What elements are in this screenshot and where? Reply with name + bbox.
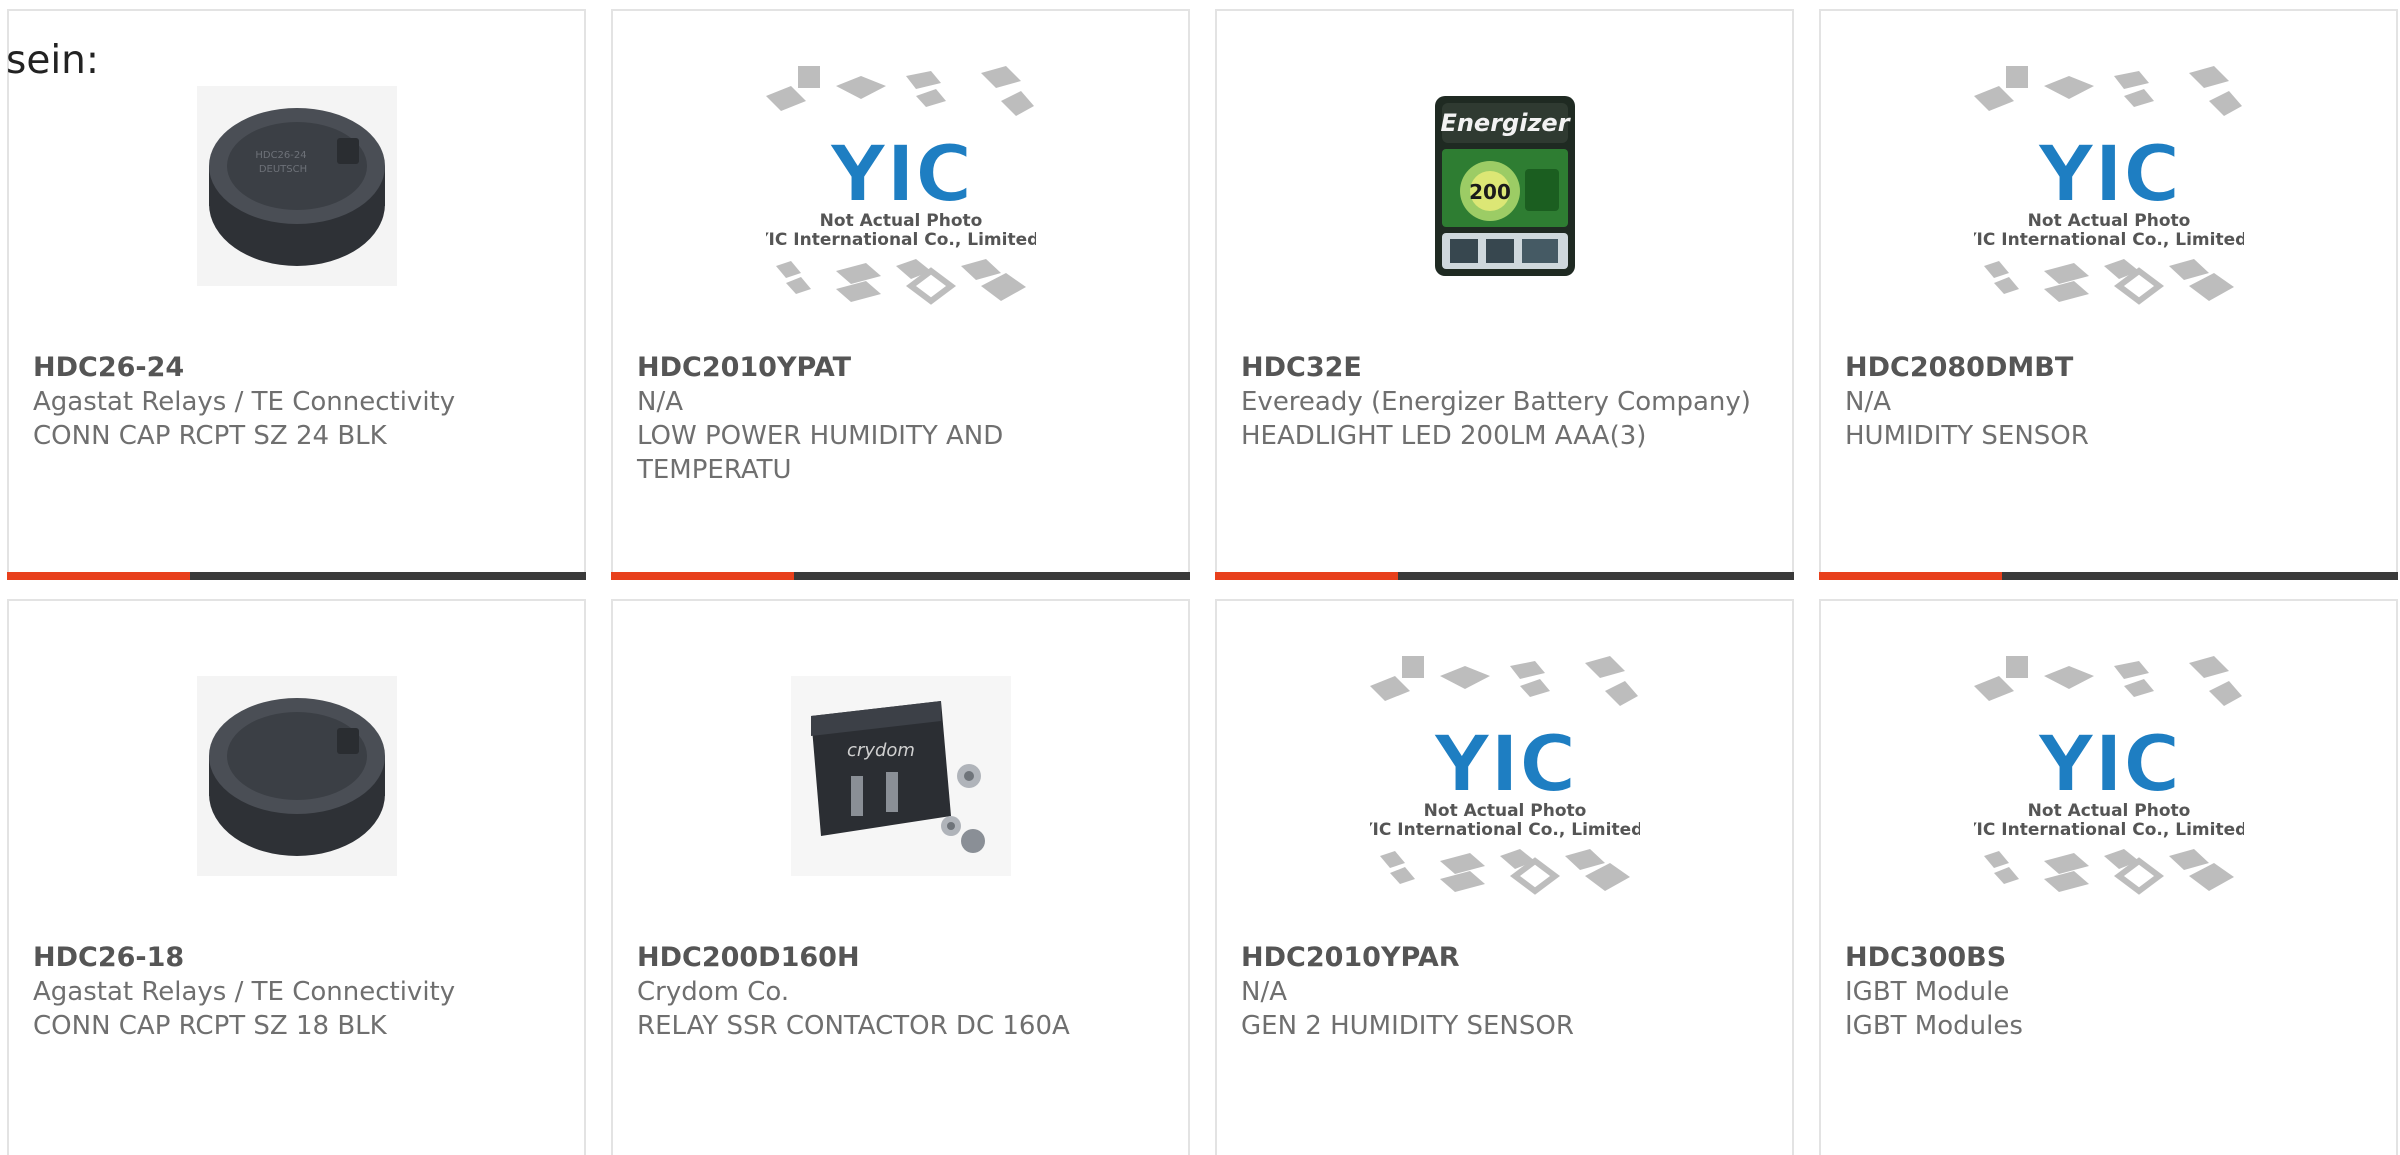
description: RELAY SSR CONTACTOR DC 160A (637, 1011, 1070, 1041)
product-image[interactable]: crydom (613, 666, 1188, 886)
product-image[interactable]: YIC Not Actual Photo YIC International C… (1821, 656, 2396, 895)
card-accent-bar (7, 572, 190, 580)
product-info: HDC26-24 Agastat Relays / TE Connectivit… (33, 351, 560, 453)
placeholder-line1: Not Actual Photo (819, 211, 982, 231)
placeholder-line2: YIC International Co., Limited. (1370, 820, 1640, 840)
card-bottom-bar (611, 572, 1190, 580)
product-image[interactable]: YIC Not Actual Photo YIC International C… (613, 66, 1188, 305)
description: IGBT Modules (1845, 1011, 2023, 1041)
package-number: 200 (1469, 180, 1511, 204)
placeholder-line1: Not Actual Photo (2027, 211, 2190, 231)
product-info: HDC2080DMBT N/A HUMIDITY SENSOR (1845, 351, 2372, 453)
card-accent-bar (1215, 572, 1398, 580)
manufacturer: Agastat Relays / TE Connectivity (33, 977, 456, 1007)
placeholder-not-actual-photo-image: YIC Not Actual Photo YIC International C… (1369, 656, 1640, 895)
card-accent-bar (611, 572, 794, 580)
product-card[interactable]: YIC Not Actual Photo YIC International C… (611, 9, 1190, 580)
part-number[interactable]: HDC2010YPAR (1241, 941, 1768, 975)
description: HUMIDITY SENSOR (1845, 421, 2089, 451)
placeholder-line1: Not Actual Photo (2027, 801, 2190, 821)
part-number[interactable]: HDC2010YPAT (637, 351, 1164, 385)
card-accent-bar (1819, 572, 2002, 580)
product-card[interactable]: crydom HDC200D160H Crydom Co. RELAY SSR … (611, 599, 1190, 1155)
part-number[interactable]: HDC26-18 (33, 941, 560, 975)
svg-text:DEUTSCH: DEUTSCH (258, 164, 306, 175)
energizer-headlight-package-image: Energizer 200 (1434, 96, 1575, 276)
product-info: HDC2010YPAT N/A LOW POWER HUMIDITY AND T… (637, 351, 1164, 487)
product-grid-page: sein: HDC26-24 DEUTSCH HDC26-24 Agastat … (0, 0, 2400, 1155)
product-card[interactable]: Energizer 200 HDC32E Eveready (Energizer… (1215, 9, 1794, 580)
manufacturer: N/A (637, 387, 683, 417)
svg-text:HDC26-24: HDC26-24 (255, 150, 306, 161)
placeholder-line2: YIC International Co., Limited. (766, 230, 1036, 250)
product-info: HDC300BS IGBT Module IGBT Modules (1845, 941, 2372, 1043)
description: LOW POWER HUMIDITY AND TEMPERATU (637, 421, 1004, 485)
page-prefix-text: sein: (6, 38, 100, 83)
description: CONN CAP RCPT SZ 24 BLK (33, 421, 387, 451)
product-card[interactable]: HDC26-18 Agastat Relays / TE Connectivit… (7, 599, 586, 1155)
description: HEADLIGHT LED 200LM AAA(3) (1241, 421, 1647, 451)
card-bottom-bar (1215, 572, 1794, 580)
placeholder-line1: Not Actual Photo (1423, 801, 1586, 821)
svg-text:YIC: YIC (828, 130, 972, 220)
part-number[interactable]: HDC26-24 (33, 351, 560, 385)
description: GEN 2 HUMIDITY SENSOR (1241, 1011, 1574, 1041)
product-card[interactable]: HDC26-24 DEUTSCH HDC26-24 Agastat Relays… (7, 9, 586, 580)
product-image[interactable]: YIC Not Actual Photo YIC International C… (1821, 66, 2396, 305)
svg-text:YIC: YIC (1432, 720, 1576, 810)
product-image[interactable]: YIC Not Actual Photo YIC International C… (1217, 656, 1792, 895)
placeholder-not-actual-photo-image: YIC Not Actual Photo YIC International C… (1973, 656, 2244, 895)
part-number[interactable]: HDC300BS (1845, 941, 2372, 975)
product-card[interactable]: YIC Not Actual Photo YIC International C… (1819, 9, 2398, 580)
part-number[interactable]: HDC32E (1241, 351, 1768, 385)
part-number[interactable]: HDC200D160H (637, 941, 1164, 975)
product-info: HDC200D160H Crydom Co. RELAY SSR CONTACT… (637, 941, 1164, 1043)
product-info: HDC32E Eveready (Energizer Battery Compa… (1241, 351, 1768, 453)
product-image[interactable] (9, 666, 584, 886)
product-info: HDC26-18 Agastat Relays / TE Connectivit… (33, 941, 560, 1043)
manufacturer: N/A (1241, 977, 1287, 1007)
product-card[interactable]: YIC Not Actual Photo YIC International C… (1215, 599, 1794, 1155)
solid-state-relay-image: crydom (790, 676, 1011, 876)
product-grid: HDC26-24 DEUTSCH HDC26-24 Agastat Relays… (7, 9, 2400, 1155)
package-brand: Energizer (1440, 109, 1571, 137)
manufacturer: IGBT Module (1845, 977, 2010, 1007)
relay-brand: crydom (847, 740, 915, 761)
part-number[interactable]: HDC2080DMBT (1845, 351, 2372, 385)
card-bottom-bar (7, 572, 586, 580)
product-card[interactable]: YIC Not Actual Photo YIC International C… (1819, 599, 2398, 1155)
description: CONN CAP RCPT SZ 18 BLK (33, 1011, 387, 1041)
connector-cap-image: HDC26-24 DEUTSCH (196, 86, 397, 286)
product-info: HDC2010YPAR N/A GEN 2 HUMIDITY SENSOR (1241, 941, 1768, 1043)
placeholder-line2: YIC International Co., Limited. (1974, 230, 2244, 250)
manufacturer: N/A (1845, 387, 1891, 417)
svg-text:YIC: YIC (2036, 720, 2180, 810)
placeholder-not-actual-photo-image: YIC Not Actual Photo YIC International C… (1973, 66, 2244, 305)
svg-text:YIC: YIC (2036, 130, 2180, 220)
card-bottom-bar (1819, 572, 2398, 580)
product-image[interactable]: HDC26-24 DEUTSCH (9, 76, 584, 296)
product-image[interactable]: Energizer 200 (1217, 76, 1792, 296)
placeholder-line2: YIC International Co., Limited. (1974, 820, 2244, 840)
manufacturer: Agastat Relays / TE Connectivity (33, 387, 456, 417)
manufacturer: Eveready (Energizer Battery Company) (1241, 387, 1751, 417)
connector-cap-image (196, 676, 397, 876)
manufacturer: Crydom Co. (637, 977, 790, 1007)
placeholder-not-actual-photo-image: YIC Not Actual Photo YIC International C… (765, 66, 1036, 305)
